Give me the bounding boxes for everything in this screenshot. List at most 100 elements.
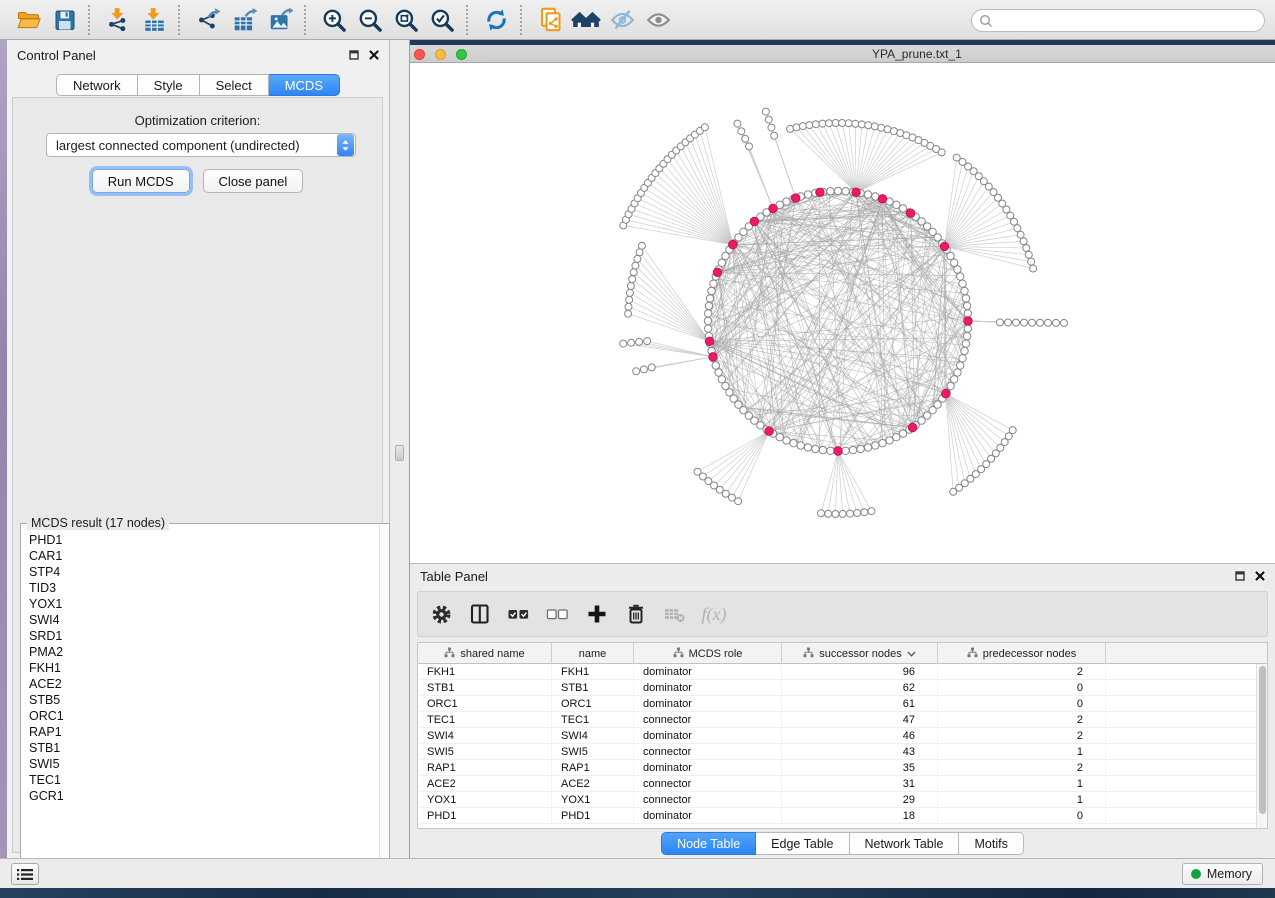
zoom-out-icon[interactable] bbox=[352, 4, 388, 36]
table-cell: STB1 bbox=[418, 680, 552, 695]
import-table-icon[interactable] bbox=[136, 4, 172, 36]
table-cell: ORC1 bbox=[552, 696, 634, 711]
list-icon bbox=[17, 868, 33, 881]
delete-column-icon[interactable] bbox=[621, 599, 651, 629]
export-network-icon[interactable] bbox=[190, 4, 226, 36]
network-overview-icon[interactable] bbox=[568, 4, 604, 36]
table-cell: SWI5 bbox=[552, 744, 634, 759]
column-header-shared-name[interactable]: shared name bbox=[418, 643, 552, 664]
tab-select[interactable]: Select bbox=[200, 74, 269, 96]
float-panel-icon[interactable] bbox=[1235, 571, 1245, 581]
mcds-result-item[interactable]: PHD1 bbox=[22, 532, 379, 548]
table-cell: 1 bbox=[938, 776, 1106, 791]
refresh-icon[interactable] bbox=[478, 4, 514, 36]
search-field[interactable] bbox=[971, 9, 1265, 32]
table-cell: RAP1 bbox=[552, 760, 634, 775]
mcds-result-item[interactable]: GCR1 bbox=[22, 788, 379, 804]
mcds-result-item[interactable]: TEC1 bbox=[22, 772, 379, 788]
mcds-result-list[interactable]: PHD1CAR1STP4TID3YOX1SWI4SRD1PMA2FKH1ACE2… bbox=[22, 532, 379, 894]
table-row[interactable]: STB1STB1dominator620 bbox=[418, 680, 1267, 696]
table-cell: 61 bbox=[782, 696, 938, 711]
search-input[interactable] bbox=[998, 14, 1257, 28]
table-row[interactable]: FKH1FKH1dominator962 bbox=[418, 664, 1267, 680]
mcds-result-item[interactable]: TID3 bbox=[22, 580, 379, 596]
show-columns-icon[interactable] bbox=[465, 599, 495, 629]
column-header-predecessor-nodes[interactable]: predecessor nodes bbox=[938, 643, 1106, 664]
mcds-result-item[interactable]: CAR1 bbox=[22, 548, 379, 564]
tab-mcds[interactable]: MCDS bbox=[269, 74, 340, 96]
mac-minimize-button[interactable] bbox=[435, 49, 446, 60]
select-all-rows-icon[interactable] bbox=[504, 599, 534, 629]
column-header-MCDS-role[interactable]: MCDS role bbox=[634, 643, 782, 664]
zoom-fit-icon[interactable] bbox=[388, 4, 424, 36]
node-table: shared namename MCDS role successor nodesp… bbox=[417, 642, 1268, 829]
hide-selected-eye-icon[interactable] bbox=[604, 4, 640, 36]
tab-node-table[interactable]: Node Table bbox=[661, 832, 756, 855]
add-column-icon[interactable] bbox=[582, 599, 612, 629]
network-graph[interactable] bbox=[410, 63, 1275, 563]
mac-zoom-button[interactable] bbox=[456, 49, 467, 60]
mcds-result-item[interactable]: ORC1 bbox=[22, 708, 379, 724]
task-history-button[interactable] bbox=[11, 863, 39, 885]
table-scrollbar-thumb[interactable] bbox=[1259, 666, 1266, 814]
selected-criterion: largest connected component (undirected) bbox=[47, 138, 337, 153]
table-row[interactable]: ORC1ORC1dominator610 bbox=[418, 696, 1267, 712]
tab-style[interactable]: Style bbox=[138, 74, 200, 96]
memory-button[interactable]: Memory bbox=[1182, 863, 1263, 885]
mcds-result-item[interactable]: SWI4 bbox=[22, 612, 379, 628]
mcds-result-item[interactable]: SWI5 bbox=[22, 756, 379, 772]
table-settings-gear-icon[interactable] bbox=[426, 599, 456, 629]
table-row[interactable]: SWI5SWI5connector431 bbox=[418, 744, 1267, 760]
mcds-result-item[interactable]: RAP1 bbox=[22, 724, 379, 740]
mcds-result-item[interactable]: YOX1 bbox=[22, 596, 379, 612]
tab-motifs[interactable]: Motifs bbox=[959, 832, 1023, 855]
mcds-result-scrollbar[interactable] bbox=[379, 525, 388, 894]
float-panel-icon[interactable] bbox=[349, 50, 359, 60]
column-header-successor-nodes[interactable]: successor nodes bbox=[782, 643, 938, 664]
save-session-icon[interactable] bbox=[46, 4, 82, 36]
close-panel-icon[interactable] bbox=[369, 50, 379, 60]
export-table-icon[interactable] bbox=[226, 4, 262, 36]
tab-network-table[interactable]: Network Table bbox=[850, 832, 960, 855]
close-panel-button[interactable]: Close panel bbox=[203, 169, 304, 193]
mcds-result-item[interactable]: ACE2 bbox=[22, 676, 379, 692]
close-panel-icon[interactable] bbox=[1255, 571, 1265, 581]
mcds-result-item[interactable]: STB5 bbox=[22, 692, 379, 708]
deselect-all-rows-icon[interactable] bbox=[543, 599, 573, 629]
mcds-result-item[interactable]: STB1 bbox=[22, 740, 379, 756]
table-scrollbar[interactable] bbox=[1256, 664, 1267, 828]
table-row[interactable]: PHD1PHD1dominator180 bbox=[418, 808, 1267, 824]
optimization-criterion-select[interactable]: largest connected component (undirected) bbox=[46, 133, 356, 157]
import-network-icon[interactable] bbox=[100, 4, 136, 36]
table-row[interactable]: YOX1YOX1connector291 bbox=[418, 792, 1267, 808]
show-all-eye-icon[interactable] bbox=[640, 4, 676, 36]
duplicate-network-icon[interactable] bbox=[532, 4, 568, 36]
network-titlebar[interactable]: YPA_prune.txt_1 bbox=[410, 45, 1275, 63]
mcds-result-item[interactable]: FKH1 bbox=[22, 660, 379, 676]
mac-close-button[interactable] bbox=[414, 49, 425, 60]
table-cell: ORC1 bbox=[418, 696, 552, 711]
mcds-result-item[interactable]: STP4 bbox=[22, 564, 379, 580]
table-row[interactable]: RAP1RAP1dominator352 bbox=[418, 760, 1267, 776]
table-cell: FKH1 bbox=[552, 664, 634, 679]
zoom-selected-icon[interactable] bbox=[424, 4, 460, 36]
tab-label: MCDS bbox=[285, 78, 323, 93]
table-row[interactable]: ACE2ACE2connector311 bbox=[418, 776, 1267, 792]
mcds-result-item[interactable]: SRD1 bbox=[22, 628, 379, 644]
table-row[interactable]: SWI4SWI4dominator462 bbox=[418, 728, 1267, 744]
table-row[interactable]: TEC1TEC1connector472 bbox=[418, 712, 1267, 728]
tab-network[interactable]: Network bbox=[56, 74, 138, 96]
zoom-in-icon[interactable] bbox=[316, 4, 352, 36]
column-header-name[interactable]: name bbox=[552, 643, 634, 664]
mcds-result-item[interactable]: PMA2 bbox=[22, 644, 379, 660]
network-window: YPA_prune.txt_1 bbox=[410, 40, 1275, 563]
column-header-filler bbox=[1106, 643, 1267, 664]
open-file-icon[interactable] bbox=[10, 4, 46, 36]
export-image-icon[interactable] bbox=[262, 4, 298, 36]
tab-edge-table[interactable]: Edge Table bbox=[756, 832, 849, 855]
network-canvas[interactable] bbox=[410, 63, 1275, 563]
run-mcds-button[interactable]: Run MCDS bbox=[92, 169, 190, 193]
column-header-label: MCDS role bbox=[689, 648, 743, 660]
panel-splitter[interactable] bbox=[390, 40, 410, 858]
splitter-grip[interactable] bbox=[395, 445, 404, 461]
